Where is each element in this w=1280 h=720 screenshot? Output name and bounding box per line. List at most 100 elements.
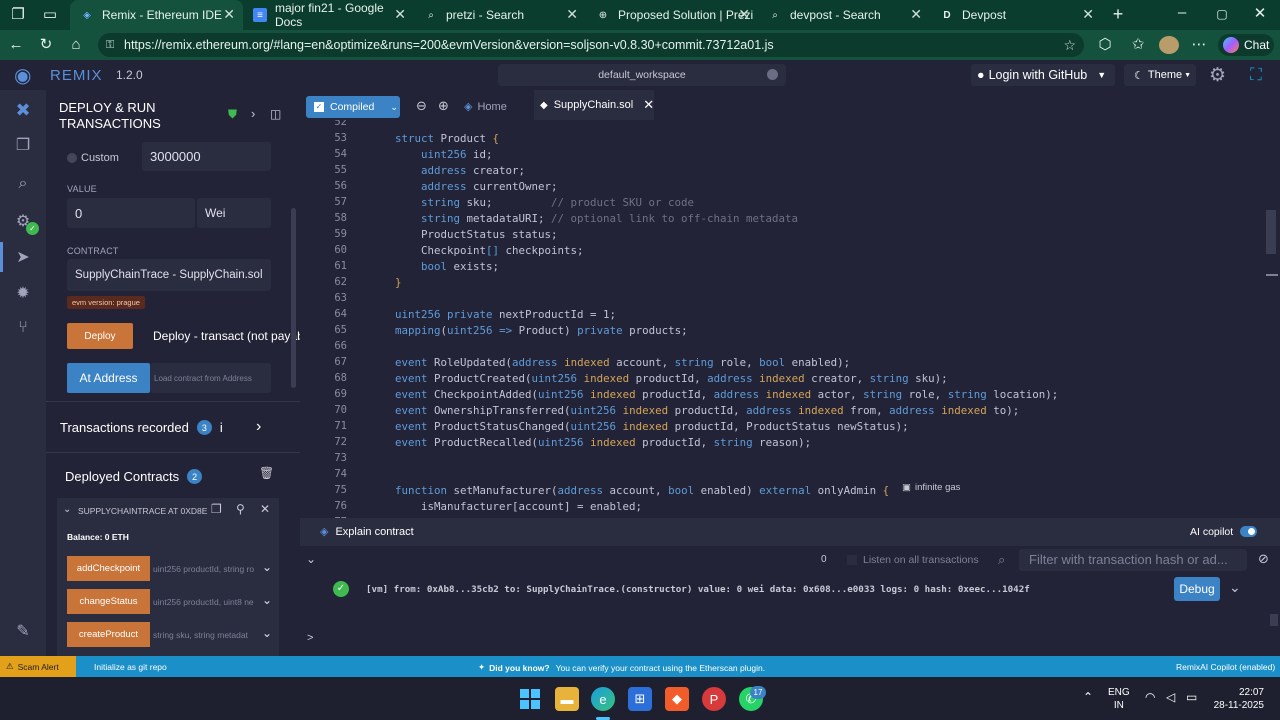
ai-copilot-toggle[interactable]: [1240, 526, 1257, 537]
battery-icon[interactable]: ▭: [1186, 690, 1197, 704]
store-icon[interactable]: ⊞: [628, 687, 652, 711]
extensions-icon[interactable]: ⬡: [1095, 36, 1115, 54]
tab-devpost[interactable]: D Devpost ✕: [930, 0, 1102, 30]
expand-log-icon[interactable]: ⌄: [1229, 579, 1241, 596]
search-icon[interactable]: ⌕: [13, 174, 33, 194]
scam-alert-button[interactable]: ⚠ Scam Alert: [0, 656, 76, 677]
changestatus-button[interactable]: changeStatus: [67, 589, 150, 614]
chevron-down-icon[interactable]: ⌄: [262, 560, 272, 574]
tab-remix[interactable]: ◈ Remix - Ethereum IDE ✕: [70, 0, 243, 30]
terminal-prompt[interactable]: >: [307, 632, 313, 644]
tab-supplychain-sol[interactable]: ◆ SupplyChain.sol ✕: [534, 90, 654, 120]
remix-logo-icon[interactable]: ◉: [14, 63, 42, 87]
clock[interactable]: 22:07 28-11-2025: [1208, 686, 1264, 712]
value-unit-select[interactable]: Wei: [197, 198, 271, 228]
git-icon[interactable]: ⑂: [13, 318, 33, 338]
chevron-right-icon[interactable]: ›: [251, 106, 255, 121]
wifi-icon[interactable]: ◠: [1145, 690, 1155, 704]
more-options-icon[interactable]: ⋯: [1189, 36, 1209, 54]
pin-panel-icon[interactable]: ◫: [270, 107, 281, 121]
value-input[interactable]: 0: [67, 198, 195, 228]
transaction-log[interactable]: [vm] from: 0xAb8...35cb2 to: SupplyChain…: [366, 584, 1030, 595]
editor-scrollbar[interactable]: [1266, 210, 1276, 254]
plugin-manager-icon[interactable]: ✎: [13, 622, 33, 642]
contract-select[interactable]: SupplyChainTrace - SupplyChain.sol: [67, 259, 271, 291]
deploy-run-icon[interactable]: ➤: [13, 248, 33, 268]
chevron-right-icon[interactable]: ›: [256, 418, 261, 436]
windows-start-icon[interactable]: [518, 687, 542, 711]
side-scrollbar[interactable]: [291, 208, 296, 388]
zoom-out-icon[interactable]: ⊖: [416, 98, 427, 114]
copilot-status[interactable]: RemixAI Copilot (enabled): [1176, 662, 1275, 672]
deploy-button[interactable]: Deploy: [67, 323, 133, 349]
close-icon[interactable]: ✕: [738, 6, 750, 23]
explain-contract-button[interactable]: ◈ Explain contract: [320, 525, 414, 539]
login-github-button[interactable]: ● Login with GitHub ▼: [971, 64, 1115, 86]
minimize-icon[interactable]: –: [1172, 4, 1192, 22]
file-explorer-icon[interactable]: ❐: [13, 136, 33, 156]
listen-checkbox[interactable]: [847, 555, 857, 565]
transaction-filter-input[interactable]: Filter with transaction hash or ad...: [1019, 549, 1247, 571]
edge-browser-icon[interactable]: e: [591, 687, 615, 711]
home-plugin-icon[interactable]: ✖: [13, 100, 33, 120]
tab-home[interactable]: ◈ Home: [464, 100, 507, 114]
close-icon[interactable]: ✕: [260, 502, 270, 516]
zoom-in-icon[interactable]: ⊕: [438, 98, 449, 114]
workspaces-icon[interactable]: ❐: [8, 6, 28, 24]
brave-browser-icon[interactable]: ◆: [665, 687, 689, 711]
tab-pretzi-search[interactable]: ⌕ pretzi - Search ✕: [414, 0, 586, 30]
terminal-scrollbar[interactable]: [1270, 614, 1278, 626]
gas-limit-input[interactable]: 3000000: [142, 142, 271, 171]
settings-gear-icon[interactable]: ⚙: [1209, 64, 1226, 87]
refresh-icon[interactable]: ↻: [36, 36, 56, 54]
close-window-icon[interactable]: ✕: [1250, 5, 1270, 23]
tray-chevron-up-icon[interactable]: ⌃: [1083, 690, 1093, 704]
contract-instance-header[interactable]: ⌄ SUPPLYCHAINTRACE AT 0XD8E ❐ ⚲ ✕: [57, 498, 279, 524]
tab-actions-icon[interactable]: ▭: [40, 6, 60, 24]
fullscreen-icon[interactable]: ⛶: [1250, 65, 1262, 85]
back-icon[interactable]: ←: [6, 36, 26, 54]
tab-google-docs[interactable]: ≡ major fin21 - Google Docs ✕: [243, 0, 414, 30]
theme-button[interactable]: ☾ Theme ▼: [1124, 64, 1196, 86]
createproduct-params-input[interactable]: string sku, string metadat: [150, 622, 257, 647]
workspace-selector[interactable]: default_workspace: [498, 64, 786, 86]
app-icon[interactable]: P: [702, 687, 726, 711]
createproduct-button[interactable]: createProduct: [67, 622, 150, 647]
init-git-link[interactable]: Initialize as git repo: [94, 662, 167, 672]
file-explorer-app-icon[interactable]: ▬: [555, 687, 579, 711]
new-tab-icon[interactable]: +: [1108, 5, 1128, 23]
addcheckpoint-params-input[interactable]: uint256 productId, string ro: [150, 556, 257, 581]
info-icon[interactable]: i: [220, 420, 223, 435]
transactions-recorded-header[interactable]: Transactions recorded 3 i: [60, 420, 223, 435]
url-field[interactable]: ⚿ https://remix.ethereum.org/#lang=en&op…: [98, 33, 1084, 57]
favorite-star-icon[interactable]: ☆: [1063, 33, 1076, 57]
chevron-down-icon[interactable]: ⌄: [262, 593, 272, 607]
at-address-input[interactable]: Load contract from Address: [150, 363, 271, 393]
site-info-icon[interactable]: ⚿: [106, 33, 114, 57]
close-icon[interactable]: ✕: [394, 6, 406, 23]
copy-icon[interactable]: ❐: [211, 502, 222, 516]
at-address-button[interactable]: At Address: [67, 363, 150, 393]
home-icon[interactable]: ⌂: [66, 36, 86, 54]
addcheckpoint-button[interactable]: addCheckpoint: [67, 556, 150, 581]
pin-icon[interactable]: ⚲: [236, 502, 245, 516]
custom-gas-radio[interactable]: [67, 153, 77, 163]
chevron-down-icon[interactable]: ⌄: [262, 626, 272, 640]
debug-button[interactable]: Debug: [1174, 577, 1220, 601]
code-editor[interactable]: 52 53 54 55 56 57 58 59 60 61 62 63 64 65 66 67 68 69 70 71…: [300, 120, 1280, 518]
close-icon[interactable]: ✕: [910, 6, 922, 23]
profile-avatar[interactable]: [1159, 36, 1179, 54]
tab-prezi[interactable]: ⊕ Proposed Solution | Prezi ✕: [586, 0, 758, 30]
changestatus-params-input[interactable]: uint256 productId, uint8 ne: [150, 589, 257, 614]
debugger-icon[interactable]: ✹: [13, 284, 33, 304]
close-icon[interactable]: ✕: [643, 97, 654, 113]
maximize-icon[interactable]: ▢: [1212, 5, 1232, 23]
close-icon[interactable]: ✕: [1082, 6, 1094, 23]
trash-icon[interactable]: 🗑: [259, 466, 274, 480]
favorites-icon[interactable]: ✩: [1128, 36, 1148, 54]
language-indicator[interactable]: ENG IN: [1108, 686, 1130, 712]
close-icon[interactable]: ✕: [223, 6, 235, 23]
clear-console-icon[interactable]: ⊘: [1258, 551, 1269, 567]
close-icon[interactable]: ✕: [566, 6, 578, 23]
tab-devpost-search[interactable]: ⌕ devpost - Search ✕: [758, 0, 930, 30]
